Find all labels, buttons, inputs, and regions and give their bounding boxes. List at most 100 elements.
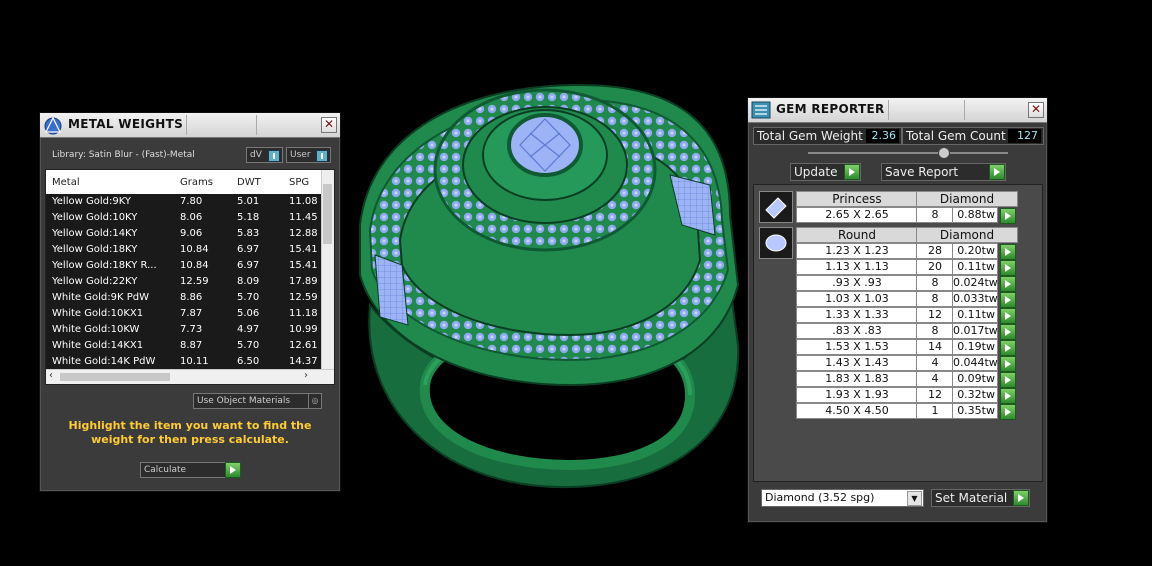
- gem-count-cell: 8: [916, 275, 954, 291]
- play-arrow-icon: [989, 164, 1005, 180]
- metal-cell-spg: 11.18: [289, 308, 318, 319]
- metal-cell-metal: White Gold:14K PdW: [52, 356, 156, 367]
- gem-weight-cell: 0.88tw: [952, 207, 998, 223]
- metal-row[interactable]: White Gold:14KX1 8.87 5.70 12.61: [46, 338, 322, 355]
- metal-cell-metal: Yellow Gold:18KY R...: [52, 260, 157, 271]
- slider-knob[interactable]: [938, 147, 950, 159]
- user-library-button[interactable]: User: [286, 147, 331, 163]
- gem-size-cell: 4.50 X 4.50: [796, 403, 918, 419]
- metal-cell-grams: 7.73: [180, 324, 203, 335]
- metal-cell-grams: 10.11: [180, 356, 209, 367]
- metal-row[interactable]: Yellow Gold:18KY 10.84 6.97 15.41: [46, 242, 322, 259]
- scroll-left-icon[interactable]: ‹: [49, 370, 53, 381]
- metal-row[interactable]: White Gold:10KX1 7.87 5.06 11.18: [46, 306, 322, 323]
- play-arrow-icon: [225, 462, 241, 478]
- metal-cell-grams: 8.86: [180, 292, 203, 303]
- play-arrow-icon[interactable]: [1000, 324, 1016, 340]
- metal-cell-metal: Yellow Gold:18KY: [52, 244, 138, 255]
- gem-weight-cell: 0.033tw: [952, 291, 998, 307]
- metal-row[interactable]: White Gold:10KW 7.73 4.97 10.99: [46, 322, 322, 339]
- gem-size-cell: .83 X .83: [796, 323, 918, 339]
- metal-weights-logo-icon: [44, 116, 62, 135]
- radio-icon[interactable]: ◎: [308, 393, 322, 409]
- scroll-right-icon[interactable]: ›: [304, 370, 308, 381]
- play-arrow-icon[interactable]: [1000, 292, 1016, 308]
- metal-row[interactable]: Yellow Gold:22KY 12.59 8.09 17.89: [46, 274, 322, 291]
- chevron-down-icon[interactable]: ▼: [907, 491, 922, 506]
- vertical-scrollbar[interactable]: [321, 170, 334, 370]
- calculate-button[interactable]: Calculate: [140, 462, 241, 478]
- play-arrow-icon[interactable]: [1000, 308, 1016, 324]
- metal-cell-metal: White Gold:10KX1: [52, 308, 144, 319]
- play-arrow-icon[interactable]: [1000, 388, 1016, 404]
- gem-weight-cell: 0.32tw: [952, 387, 998, 403]
- update-button[interactable]: Update: [790, 163, 861, 181]
- material-select[interactable]: Diamond (3.52 spg) ▼: [761, 489, 924, 507]
- total-gem-weight-value: 2.36: [866, 129, 899, 143]
- gem-report-list[interactable]: Princess Diamond 2.65 X 2.65 8 0.88tw Round Di…: [753, 184, 1043, 482]
- gem-slider[interactable]: [808, 147, 1008, 159]
- gem-weight-cell: 0.044tw: [952, 355, 998, 371]
- metal-cell-grams: 12.59: [180, 276, 209, 287]
- play-arrow-icon[interactable]: [1000, 356, 1016, 372]
- metal-row[interactable]: White Gold:9K PdW 8.86 5.70 12.59: [46, 290, 322, 307]
- gem-material-header: Diamond: [916, 191, 1018, 207]
- metal-cell-spg: 11.45: [289, 212, 318, 223]
- horizontal-scrollbar[interactable]: ‹ ›: [46, 369, 334, 384]
- unit-toggle-button[interactable]: dV: [246, 147, 283, 163]
- metal-weights-titlebar[interactable]: METAL WEIGHTS ✕: [40, 113, 340, 138]
- gem-count-cell: 28: [916, 243, 954, 259]
- metal-row[interactable]: Yellow Gold:18KY R... 10.84 6.97 15.41: [46, 258, 322, 275]
- play-arrow-icon[interactable]: [1000, 372, 1016, 388]
- play-arrow-icon[interactable]: [1000, 404, 1016, 420]
- gem-reporter-titlebar[interactable]: GEM REPORTER ✕: [748, 98, 1047, 123]
- gem-weight-cell: 0.19tw: [952, 339, 998, 355]
- metal-row[interactable]: Yellow Gold:14KY 9.06 5.83 12.88: [46, 226, 322, 243]
- save-report-button[interactable]: Save Report: [881, 163, 1006, 181]
- metal-cell-spg: 14.37: [289, 356, 318, 367]
- metal-cell-dwt: 6.97: [237, 260, 260, 271]
- metal-cell-spg: 12.59: [289, 292, 318, 303]
- metal-cell-spg: 10.99: [289, 324, 318, 335]
- use-object-materials-select[interactable]: Use Object Materials: [193, 393, 322, 409]
- metal-cell-metal: Yellow Gold:22KY: [52, 276, 138, 287]
- gem-reporter-title: GEM REPORTER: [776, 102, 885, 116]
- metal-cell-spg: 15.41: [289, 260, 318, 271]
- metal-cell-metal: Yellow Gold:9KY: [52, 196, 131, 207]
- metal-cell-metal: White Gold:14KX1: [52, 340, 144, 351]
- play-arrow-icon[interactable]: [1000, 260, 1016, 276]
- gem-size-cell: 2.65 X 2.65: [796, 207, 918, 223]
- play-arrow-icon[interactable]: [1000, 276, 1016, 292]
- play-arrow-icon: [1013, 490, 1029, 506]
- princess-gem-icon: [759, 191, 793, 223]
- metal-cell-spg: 17.89: [289, 276, 318, 287]
- metal-row[interactable]: Yellow Gold:9KY 7.80 5.01 11.08: [46, 194, 322, 211]
- gem-weight-cell: 0.024tw: [952, 275, 998, 291]
- play-arrow-icon[interactable]: [1000, 340, 1016, 356]
- metal-table[interactable]: Metal Grams DWT SPG Yellow Gold:9KY 7.80 5…: [45, 169, 335, 385]
- metal-cell-spg: 12.88: [289, 228, 318, 239]
- close-icon[interactable]: ✕: [1028, 102, 1044, 118]
- gem-size-cell: 1.33 X 1.33: [796, 307, 918, 323]
- gem-weight-cell: 0.017tw: [952, 323, 998, 339]
- metal-cell-spg: 15.41: [289, 244, 318, 255]
- set-material-button[interactable]: Set Material: [931, 489, 1030, 507]
- play-arrow-icon[interactable]: [1000, 208, 1016, 224]
- metal-cell-dwt: 5.18: [237, 212, 260, 223]
- metal-row[interactable]: Yellow Gold:10KY 8.06 5.18 11.45: [46, 210, 322, 227]
- gem-weight-cell: 0.11tw: [952, 307, 998, 323]
- gem-reporter-logo-icon: [751, 101, 771, 119]
- gem-size-cell: .93 X .93: [796, 275, 918, 291]
- close-icon[interactable]: ✕: [321, 117, 337, 133]
- ring-viewport[interactable]: [330, 55, 750, 495]
- metal-cell-dwt: 5.83: [237, 228, 260, 239]
- gem-size-cell: 1.93 X 1.93: [796, 387, 918, 403]
- play-arrow-icon[interactable]: [1000, 244, 1016, 260]
- gem-count-cell: 4: [916, 355, 954, 371]
- gem-size-cell: 1.23 X 1.23: [796, 243, 918, 259]
- metal-cell-metal: Yellow Gold:10KY: [52, 212, 138, 223]
- gem-reporter-panel: GEM REPORTER ✕ Total Gem Weight 2.36 Tot…: [747, 97, 1048, 523]
- metal-cell-metal: Yellow Gold:14KY: [52, 228, 138, 239]
- info-icon: [268, 150, 280, 162]
- metal-cell-grams: 8.06: [180, 212, 203, 223]
